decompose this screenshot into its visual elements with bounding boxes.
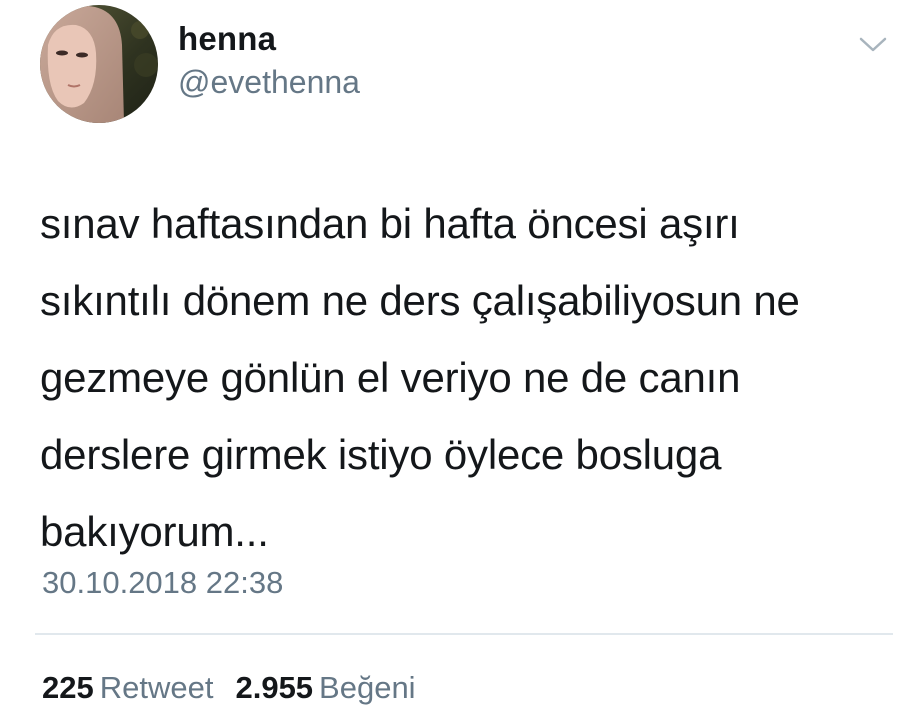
tweet-text: sınav haftasından bi hafta öncesi aşırı … [40,185,890,570]
profile-photo-icon [40,5,158,123]
avatar[interactable] [40,5,158,123]
tweet-timestamp[interactable]: 30.10.2018 22:38 [42,565,283,601]
retweet-count-link[interactable]: 225 Retweet [42,670,213,705]
tweet-text-line: sıkıntılı dönem ne ders çalışabiliyosun … [40,277,800,324]
tweet-card: henna @evethenna sınav haftasından bi ha… [0,0,900,723]
like-count-link[interactable]: 2.955 Beğeni [235,670,415,705]
tweet-menu-button[interactable] [855,32,891,56]
user-handle[interactable]: @evethenna [178,64,360,101]
tweet-text-line: derslere girmek istiyo öylece bosluga [40,431,722,478]
divider [35,633,893,635]
tweet-text-line: gezmeye gönlün el veriyo ne de canın [40,354,741,401]
retweet-count: 225 [42,670,94,705]
tweet-text-line: bakıyorum... [40,508,269,555]
tweet-stats: 225 Retweet 2.955 Beğeni [42,670,438,706]
chevron-down-icon [859,37,887,52]
retweet-label: Retweet [99,670,214,705]
like-label: Beğeni [319,670,416,705]
like-count: 2.955 [235,670,314,705]
display-name[interactable]: henna [178,20,276,58]
tweet-text-line: sınav haftasından bi hafta öncesi aşırı [40,200,740,247]
